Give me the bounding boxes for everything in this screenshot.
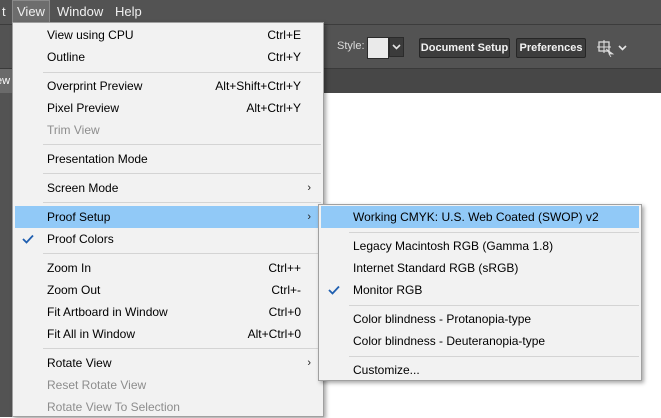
menu-item-label: View using CPU bbox=[47, 28, 134, 42]
menu-item-internet-standard-rgb[interactable]: Internet Standard RGB (sRGB) bbox=[321, 257, 639, 279]
menu-separator bbox=[43, 202, 321, 203]
menu-separator bbox=[43, 72, 321, 73]
menu-view[interactable]: View bbox=[12, 0, 50, 24]
menu-item-overprint-preview[interactable]: Overprint Preview Alt+Shift+Ctrl+Y bbox=[15, 75, 321, 97]
preferences-button[interactable]: Preferences bbox=[516, 38, 586, 58]
menu-separator bbox=[43, 348, 321, 349]
menu-bar: t View Window Help bbox=[0, 0, 661, 24]
menu-item-presentation-mode[interactable]: Presentation Mode bbox=[15, 148, 321, 170]
document-tab[interactable]: ew bbox=[0, 69, 12, 93]
menu-item-label: Proof Setup bbox=[47, 210, 111, 224]
menu-item-trim-view[interactable]: Trim View bbox=[15, 119, 321, 141]
arrange-glyph bbox=[597, 40, 627, 58]
menu-item-monitor-rgb[interactable]: Monitor RGB bbox=[321, 279, 639, 301]
menu-item-legacy-mac-rgb[interactable]: Legacy Macintosh RGB (Gamma 1.8) bbox=[321, 235, 639, 257]
menu-item-shortcut: Ctrl++ bbox=[268, 261, 301, 275]
menu-item-label: Overprint Preview bbox=[47, 79, 143, 93]
menu-item-label: Fit Artboard in Window bbox=[47, 305, 168, 319]
menu-item-customize[interactable]: Customize... bbox=[321, 359, 639, 381]
menu-item-shortcut: Alt+Shift+Ctrl+Y bbox=[215, 79, 301, 93]
menu-item-shortcut: Alt+Ctrl+Y bbox=[246, 101, 301, 115]
menu-item-label: Color blindness - Deuteranopia-type bbox=[353, 334, 546, 348]
style-swatch[interactable] bbox=[367, 37, 389, 59]
menu-separator bbox=[349, 305, 639, 306]
menu-item-label: Presentation Mode bbox=[47, 152, 148, 166]
menu-item-shortcut: Ctrl+0 bbox=[268, 305, 301, 319]
menu-separator bbox=[349, 232, 639, 233]
menu-item-reset-rotate-view[interactable]: Reset Rotate View bbox=[15, 374, 321, 396]
menu-item-working-cmyk[interactable]: Working CMYK: U.S. Web Coated (SWOP) v2 bbox=[321, 206, 639, 228]
menu-item-zoom-in[interactable]: Zoom In Ctrl++ bbox=[15, 257, 321, 279]
menu-item-label: Rotate View To Selection bbox=[47, 400, 180, 414]
menu-item-protanopia[interactable]: Color blindness - Protanopia-type bbox=[321, 308, 639, 330]
menu-item-fit-artboard[interactable]: Fit Artboard in Window Ctrl+0 bbox=[15, 301, 321, 323]
menu-item-label: Reset Rotate View bbox=[47, 378, 147, 392]
menu-item-label: Trim View bbox=[47, 123, 100, 137]
menu-window[interactable]: Window bbox=[52, 0, 108, 24]
menu-item-label: Zoom In bbox=[47, 261, 92, 275]
view-menu: View using CPU Ctrl+E Outline Ctrl+Y Ove… bbox=[12, 22, 324, 417]
menu-item-shortcut: Ctrl+- bbox=[271, 283, 301, 297]
menu-item-deuteranopia[interactable]: Color blindness - Deuteranopia-type bbox=[321, 330, 639, 352]
menu-item-label: Monitor RGB bbox=[353, 283, 423, 297]
menu-item-label: Color blindness - Protanopia-type bbox=[353, 312, 532, 326]
menu-item-shortcut: Ctrl+E bbox=[267, 28, 301, 42]
style-dropdown-button[interactable] bbox=[389, 37, 404, 57]
menu-separator bbox=[43, 253, 321, 254]
menu-item-zoom-out[interactable]: Zoom Out Ctrl+- bbox=[15, 279, 321, 301]
checkmark-icon bbox=[22, 234, 34, 244]
menu-item-label: Working CMYK: U.S. Web Coated (SWOP) v2 bbox=[353, 210, 599, 224]
menu-separator bbox=[43, 144, 321, 145]
menu-item-label: Screen Mode bbox=[47, 181, 119, 195]
menu-item-label: Internet Standard RGB (sRGB) bbox=[353, 261, 519, 275]
menu-item-proof-setup[interactable]: Proof Setup › bbox=[15, 206, 321, 228]
arrange-documents-icon[interactable] bbox=[596, 39, 630, 58]
menu-item-label: Zoom Out bbox=[47, 283, 101, 297]
menu-item-label: Legacy Macintosh RGB (Gamma 1.8) bbox=[353, 239, 554, 253]
chevron-right-icon: › bbox=[307, 211, 311, 223]
menu-item-shortcut: Alt+Ctrl+0 bbox=[247, 327, 301, 341]
menu-item-fit-all[interactable]: Fit All in Window Alt+Ctrl+0 bbox=[15, 323, 321, 345]
proof-setup-submenu: Working CMYK: U.S. Web Coated (SWOP) v2 … bbox=[318, 204, 642, 381]
menu-item-view-using-cpu[interactable]: View using CPU Ctrl+E bbox=[15, 24, 321, 46]
menu-item-rotate-view-to-selection[interactable]: Rotate View To Selection bbox=[15, 396, 321, 418]
menu-item-label: Fit All in Window bbox=[47, 327, 136, 341]
chevron-right-icon: › bbox=[307, 182, 311, 194]
menu-item-shortcut: Ctrl+Y bbox=[267, 50, 301, 64]
chevron-down-icon bbox=[392, 44, 401, 50]
menu-edit-fragment[interactable]: t bbox=[0, 0, 11, 24]
tools-panel-edge bbox=[0, 93, 12, 417]
menu-item-label: Outline bbox=[47, 50, 86, 64]
style-label: Style: bbox=[337, 40, 365, 52]
menu-item-pixel-preview[interactable]: Pixel Preview Alt+Ctrl+Y bbox=[15, 97, 321, 119]
chevron-right-icon: › bbox=[307, 357, 311, 369]
menu-item-label: Proof Colors bbox=[47, 232, 114, 246]
menu-item-outline[interactable]: Outline Ctrl+Y bbox=[15, 46, 321, 68]
document-setup-button[interactable]: Document Setup bbox=[419, 38, 510, 58]
menu-separator bbox=[349, 356, 639, 357]
menu-help[interactable]: Help bbox=[110, 0, 147, 24]
menu-item-rotate-view[interactable]: Rotate View › bbox=[15, 352, 321, 374]
menu-separator bbox=[43, 173, 321, 174]
menu-item-label: Customize... bbox=[353, 363, 420, 377]
menu-item-screen-mode[interactable]: Screen Mode › bbox=[15, 177, 321, 199]
checkmark-icon bbox=[328, 285, 340, 295]
menu-item-label: Rotate View bbox=[47, 356, 112, 370]
menu-item-proof-colors[interactable]: Proof Colors bbox=[15, 228, 321, 250]
menu-item-label: Pixel Preview bbox=[47, 101, 120, 115]
